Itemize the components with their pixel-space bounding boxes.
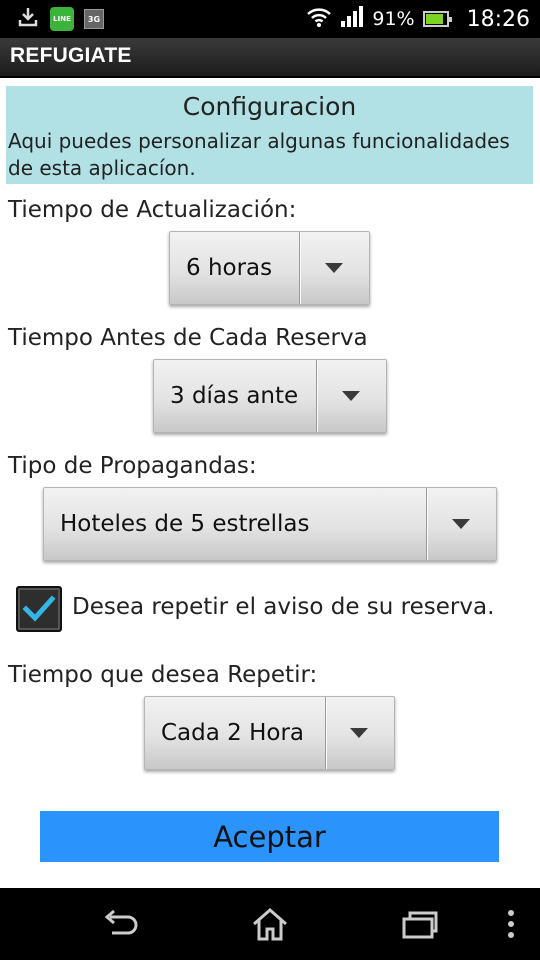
chevron-down-icon — [299, 232, 369, 304]
download-icon — [16, 5, 40, 33]
app-title-bar: REFUGIATE — [0, 38, 540, 78]
signal-icon — [340, 5, 364, 33]
back-icon — [104, 909, 138, 935]
wifi-icon — [306, 6, 332, 33]
ads-type-value: Hoteles de 5 estrellas — [60, 511, 310, 537]
back-button[interactable] — [95, 902, 145, 946]
3g-icon: 3G — [84, 9, 104, 29]
info-title: Configuracion — [182, 92, 357, 121]
chevron-down-icon — [316, 360, 386, 432]
chevron-down-icon — [426, 488, 496, 560]
navigation-bar — [0, 888, 540, 960]
check-icon — [22, 595, 56, 622]
more-vert-icon — [508, 910, 514, 938]
reservation-time-spinner[interactable]: 3 días ante — [153, 359, 387, 433]
recent-apps-icon — [402, 911, 438, 939]
battery-icon — [422, 11, 452, 27]
ads-type-spinner[interactable]: Hoteles de 5 estrellas — [43, 487, 497, 561]
repeat-time-spinner[interactable]: Cada 2 Hora — [144, 696, 395, 770]
accept-button[interactable]: Aceptar — [40, 811, 499, 862]
app-title: REFUGIATE — [10, 44, 132, 67]
repeat-time-label: Tiempo que desea Repetir: — [8, 662, 318, 688]
chevron-down-icon — [324, 697, 394, 769]
ads-type-label: Tipo de Propagandas: — [8, 453, 257, 479]
update-time-value: 6 horas — [186, 255, 273, 281]
repeat-time-value: Cada 2 Hora — [161, 720, 305, 746]
menu-button[interactable] — [486, 902, 536, 946]
reservation-time-label: Tiempo Antes de Cada Reserva — [8, 325, 368, 351]
home-icon — [253, 908, 287, 941]
status-bar: LINE 3G 91% 18:26 — [0, 0, 540, 38]
home-button[interactable] — [245, 902, 295, 946]
clock: 18:26 — [466, 6, 530, 32]
repeat-notice-label[interactable]: Desea repetir el aviso de su reserva. — [72, 594, 494, 620]
update-time-spinner[interactable]: 6 horas — [169, 231, 370, 305]
battery-percent: 91% — [372, 8, 415, 30]
line-app-icon: LINE — [50, 7, 74, 31]
info-description: Aqui puedes personalizar algunas funcion… — [8, 129, 510, 180]
recent-apps-button[interactable] — [395, 902, 445, 946]
info-box: Configuracion Aqui puedes personalizar a… — [6, 86, 533, 184]
reservation-time-value: 3 días ante — [170, 383, 299, 409]
update-time-label: Tiempo de Actualización: — [8, 197, 297, 223]
repeat-notice-checkbox[interactable] — [16, 586, 62, 632]
